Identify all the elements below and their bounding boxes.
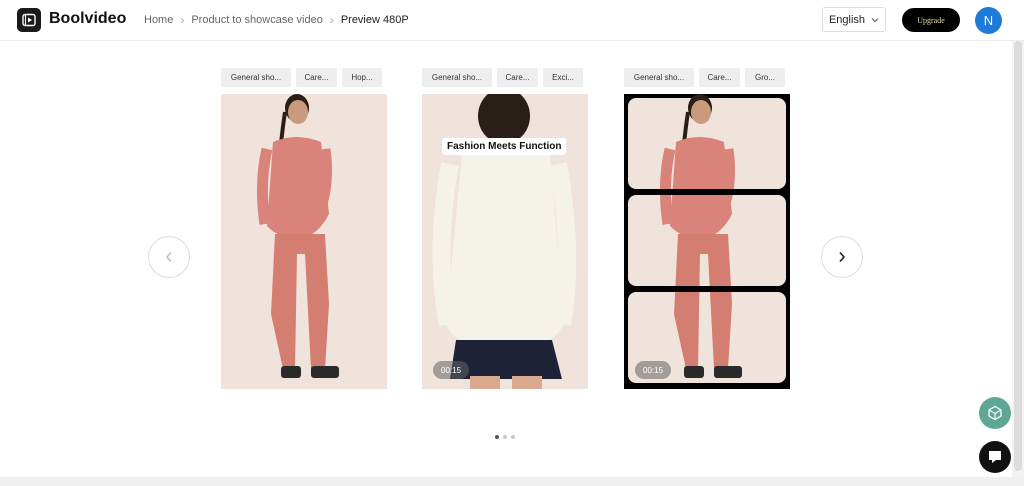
video-thumbnail[interactable]: Fashion Meets Function 00:15	[422, 94, 588, 389]
pagination-dot[interactable]	[511, 435, 515, 439]
tag-chip[interactable]: General sho...	[624, 68, 694, 87]
model-front-image	[256, 94, 339, 378]
chevron-left-icon	[166, 252, 172, 262]
video-thumbnail[interactable]: 00:15	[624, 94, 790, 389]
video-caption: Fashion Meets Function	[442, 138, 567, 155]
horizontal-scrollbar[interactable]	[0, 477, 1024, 486]
video-thumbnail[interactable]	[221, 94, 387, 389]
chat-bubble-icon	[989, 451, 1001, 463]
duration-badge: 00:15	[635, 361, 672, 379]
vertical-scrollbar-thumb[interactable]	[1014, 41, 1022, 471]
video-card-3[interactable]: General sho... Care... Gro... 00:15	[624, 68, 790, 389]
carousel-prev-button[interactable]	[148, 236, 190, 278]
pagination-dot[interactable]	[503, 435, 507, 439]
chevron-right-icon: ›	[329, 13, 334, 27]
language-select[interactable]: English	[822, 7, 886, 32]
video-frame-icon[interactable]	[17, 8, 41, 32]
chevron-right-icon	[839, 251, 846, 263]
chat-button[interactable]	[979, 441, 1011, 473]
model-front-image	[624, 94, 790, 378]
top-header: Boolvideo Home › Product to showcase vid…	[0, 0, 1024, 41]
tag-chip[interactable]: Care...	[296, 68, 337, 87]
tag-chip[interactable]: Care...	[699, 68, 740, 87]
chevron-down-icon	[871, 17, 879, 22]
language-label: English	[828, 13, 866, 26]
tag-chip[interactable]: Exci...	[543, 68, 583, 87]
breadcrumb-home[interactable]: Home	[144, 14, 173, 26]
avatar[interactable]: N	[975, 7, 1002, 34]
pagination-dot[interactable]	[495, 435, 499, 439]
cube-icon	[988, 405, 1002, 421]
upgrade-button[interactable]: Upgrade	[902, 8, 960, 32]
breadcrumb-current: Preview 480P	[340, 14, 409, 26]
breadcrumb: Home › Product to showcase video › Previ…	[144, 13, 409, 27]
tag-row: General sho... Care... Gro...	[624, 68, 790, 87]
breadcrumb-product-to-showcase[interactable]: Product to showcase video	[191, 14, 322, 26]
brand-name[interactable]: Boolvideo	[49, 10, 126, 28]
assistant-button[interactable]	[979, 397, 1011, 429]
duration-badge: 00:15	[433, 361, 470, 379]
video-card-1[interactable]: General sho... Care... Hop...	[221, 68, 387, 389]
tag-chip[interactable]: Hop...	[342, 68, 382, 87]
carousel-next-button[interactable]	[821, 236, 863, 278]
tag-chip[interactable]: Gro...	[745, 68, 785, 87]
tag-chip[interactable]: General sho...	[422, 68, 492, 87]
carousel-pagination	[495, 435, 515, 439]
chevron-right-icon: ›	[180, 13, 185, 27]
video-card-2[interactable]: General sho... Care... Exci... Fashion M…	[422, 68, 588, 389]
tag-row: General sho... Care... Exci...	[422, 68, 588, 87]
tag-chip[interactable]: General sho...	[221, 68, 291, 87]
tag-chip[interactable]: Care...	[497, 68, 538, 87]
tag-row: General sho... Care... Hop...	[221, 68, 387, 87]
